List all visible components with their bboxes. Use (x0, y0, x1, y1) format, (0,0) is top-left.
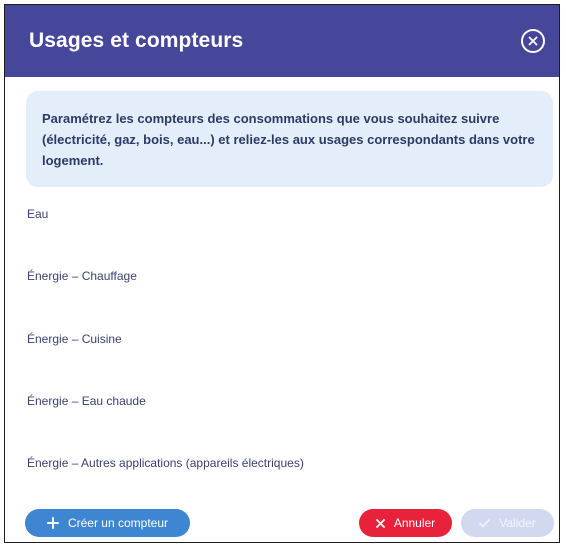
cancel-label: Annuler (393, 516, 436, 530)
usage-item-eau-chaude[interactable]: Énergie – Eau chaude (27, 394, 146, 408)
create-meter-label: Créer un compteur (67, 516, 169, 530)
usage-item-cuisine[interactable]: Énergie – Cuisine (27, 332, 122, 346)
close-icon (528, 36, 538, 46)
close-button[interactable] (521, 29, 545, 53)
info-box: Paramétrez les compteurs des consommatio… (26, 91, 553, 187)
dialog-header: Usages et compteurs (5, 5, 559, 77)
usage-item-chauffage[interactable]: Énergie – Chauffage (27, 269, 137, 283)
cancel-button[interactable]: Annuler (359, 509, 452, 537)
dialog-title: Usages et compteurs (29, 29, 244, 52)
plus-icon (46, 517, 59, 529)
usage-item-eau[interactable]: Eau (27, 207, 48, 221)
check-icon (479, 518, 491, 528)
x-icon (375, 518, 385, 528)
create-meter-button[interactable]: Créer un compteur (25, 509, 190, 537)
usage-item-autres-applications[interactable]: Énergie – Autres applications (appareils… (27, 456, 304, 470)
info-text: Paramétrez les compteurs des consommatio… (42, 111, 535, 168)
validate-label: Valider (499, 516, 536, 530)
usages-dialog: Usages et compteurs Paramétrez les compt… (4, 4, 560, 543)
validate-button[interactable]: Valider (461, 509, 554, 537)
